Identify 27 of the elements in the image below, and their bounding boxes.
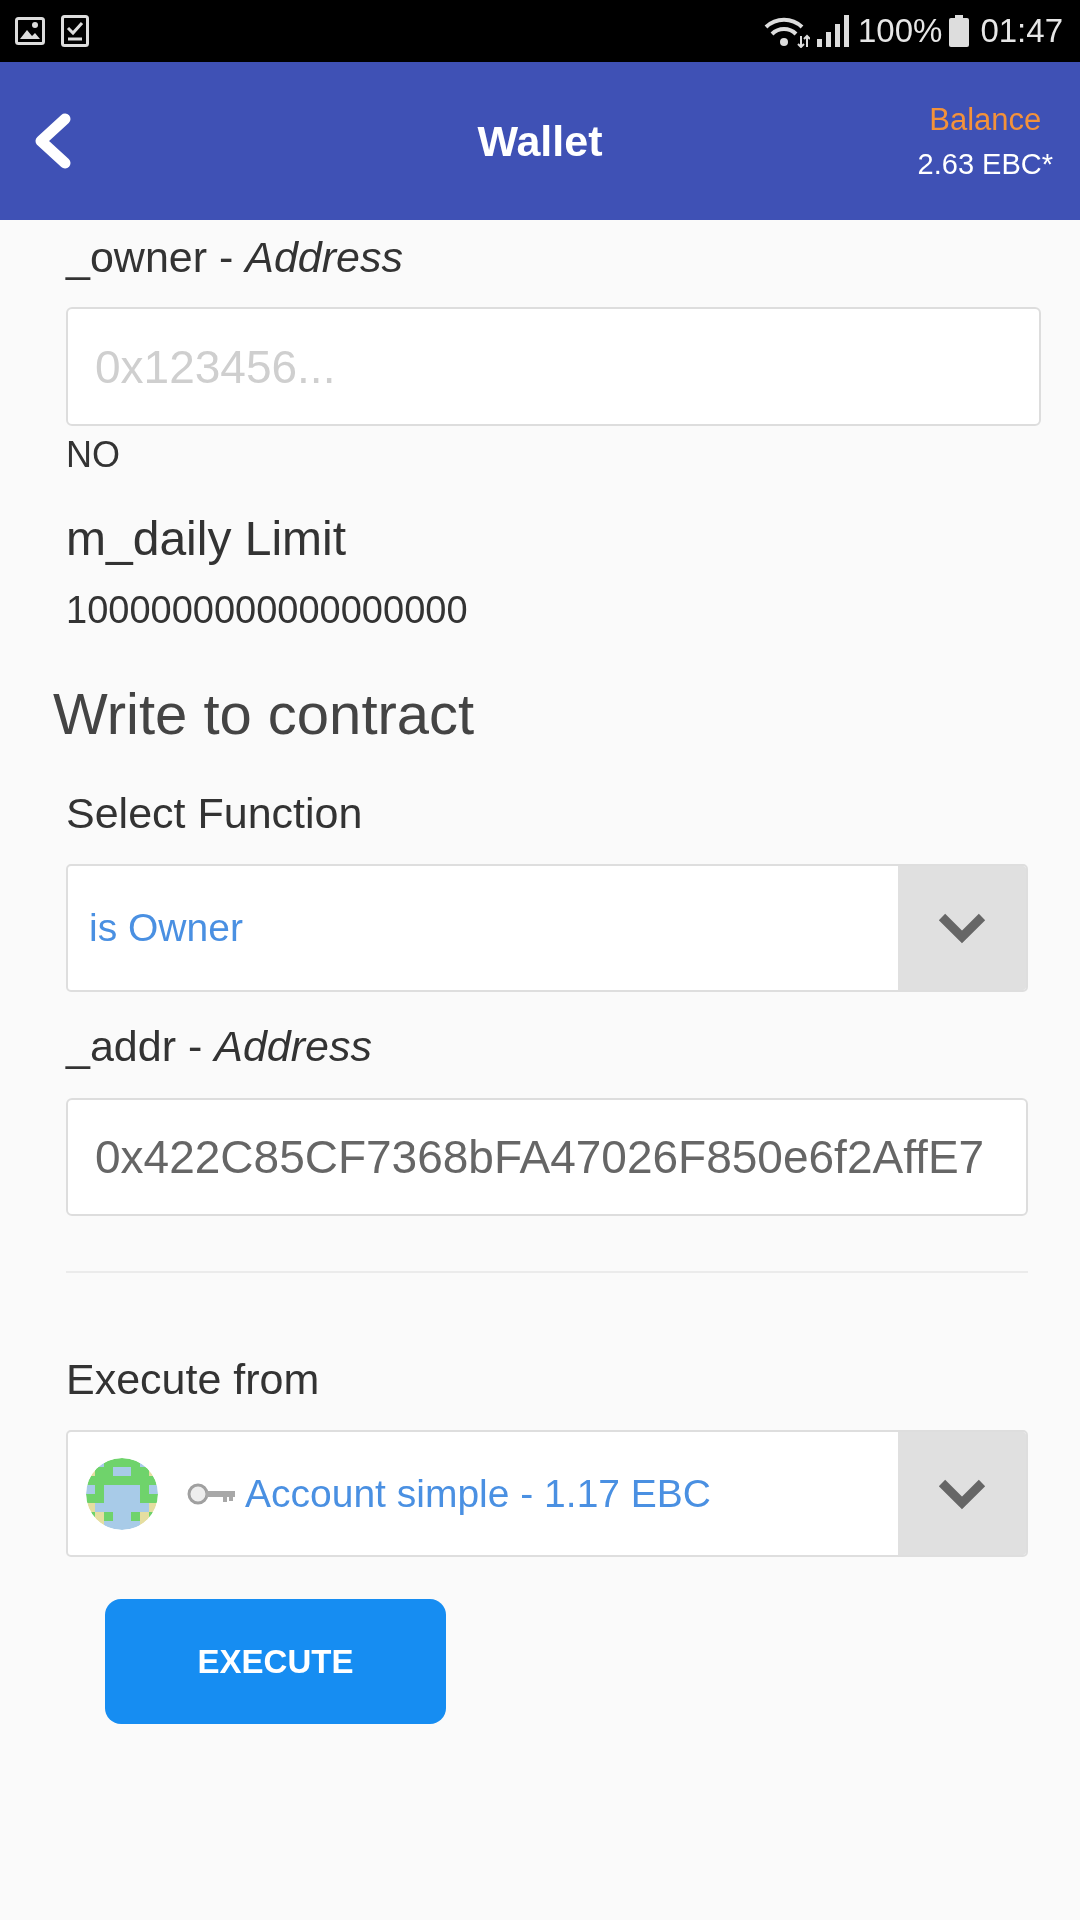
chevron-down-icon: [937, 1477, 987, 1510]
screen-title: Wallet: [476, 116, 604, 167]
clock-time: 01:47: [980, 11, 1063, 51]
property-value: 1000000000000000000: [66, 588, 469, 633]
back-button[interactable]: [33, 113, 71, 169]
input-field[interactable]: 0x422C85CF7368bFA47026F850e6f2AffE7: [66, 1098, 1028, 1216]
function-select[interactable]: is Owner: [66, 864, 1028, 992]
section-title: Write to contract: [53, 680, 476, 748]
battery-icon: [949, 15, 970, 47]
balance-amount: 2.63 EBC*: [917, 147, 1053, 181]
property-name: m_daily Limit: [66, 511, 348, 567]
field-label: _addr - Address: [66, 1021, 373, 1072]
signal-icon: [817, 15, 851, 47]
query-result: NO: [66, 433, 121, 477]
execute-button[interactable]: EXECUTE: [105, 1599, 446, 1724]
chevron-down-icon: [937, 912, 987, 944]
field-label: _owner - Address: [66, 232, 404, 283]
field-label: Execute from: [66, 1354, 321, 1405]
chevron-left-icon: [33, 113, 71, 169]
image-icon: [15, 17, 45, 45]
avatar-icon: [86, 1457, 158, 1530]
account-select[interactable]: Account simple - 1.17 EBC: [66, 1430, 1028, 1557]
battery-percent: 100%: [858, 11, 943, 51]
field-label: Select Function: [66, 788, 364, 839]
key-icon: [187, 1482, 235, 1505]
clipboard-check-icon: [61, 15, 89, 47]
balance-label: Balance: [929, 101, 1042, 138]
